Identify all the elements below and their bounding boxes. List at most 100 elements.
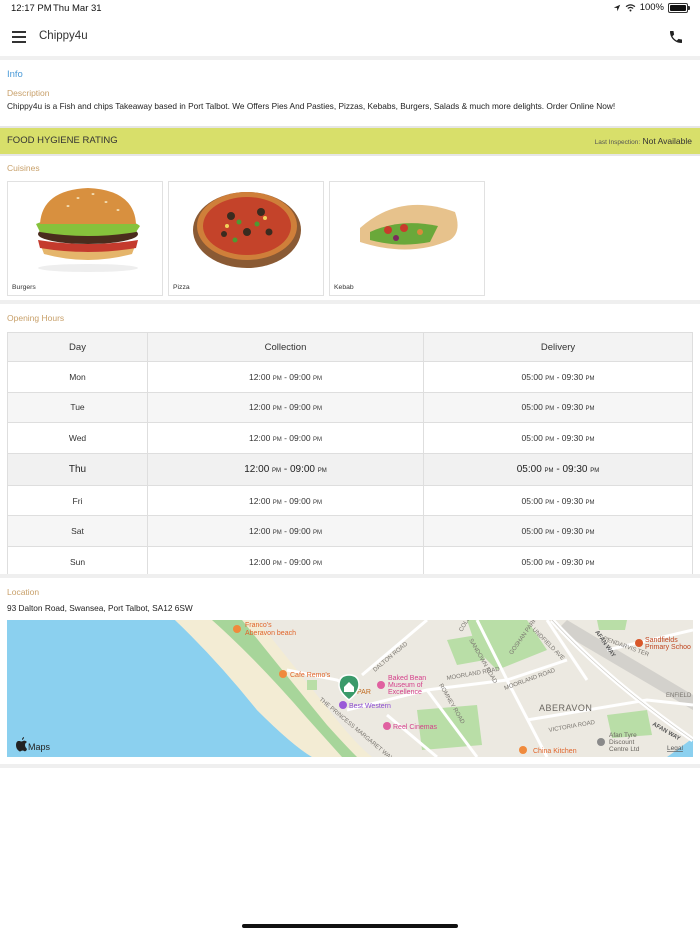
hours-text: -: [284, 432, 287, 443]
section-divider: [0, 300, 700, 304]
map-poi-francos: Franco's: [245, 622, 272, 629]
table-row: Fri 12:00 PM - 09:00 PM 05:00 PM - 09:30 P…: [7, 484, 693, 517]
cuisine-card-pizza[interactable]: Pizza: [168, 181, 324, 296]
burger-image: [36, 188, 140, 272]
hours-text: 09:30: [561, 526, 584, 537]
status-time: 12:17 PM: [11, 3, 52, 14]
header-collection: Collection: [147, 332, 424, 362]
hours-text: PM: [545, 530, 555, 537]
kebab-image: [360, 204, 458, 250]
opening-hours-label: Opening Hours: [7, 313, 65, 323]
table-row: Tue 12:00 PM - 09:00 PM 05:00 PM - 09:30 P…: [7, 391, 693, 424]
hours-text: -: [556, 495, 560, 506]
battery-icon: [668, 2, 690, 13]
cuisine-label: Burgers: [12, 284, 36, 291]
hours-text: -: [556, 402, 560, 413]
hours-text: PM: [585, 436, 595, 443]
hours-text: 05:00: [521, 402, 543, 413]
hours-text: -: [284, 495, 287, 506]
location-arrow-icon: [613, 4, 620, 11]
delivery-cell: 05:00 PM - 09:30 PM: [423, 515, 693, 547]
location-map[interactable]: DALTON ROAD MOORLAND ROAD MOORLAND ROAD …: [7, 620, 693, 757]
hours-text: 12:00: [244, 463, 270, 475]
section-divider: [0, 574, 700, 578]
hours-text: 12:00: [249, 526, 271, 537]
address-text: 93 Dalton Road, Swansea, Port Talbot, SA…: [7, 603, 193, 613]
hamburger-icon[interactable]: [12, 31, 26, 43]
hours-text: -: [284, 526, 287, 537]
hours-text: 09:30: [561, 402, 584, 413]
pizza-image: [193, 192, 301, 268]
description-label: Description: [7, 88, 50, 98]
opening-hours-table: Day Collection Delivery Mon 12:00 PM - 09…: [7, 332, 693, 578]
day-cell: Sun: [7, 545, 148, 578]
food-hygiene-rating-bar: FOOD HYGIENE RATING Last Inspection: Not…: [0, 126, 700, 156]
hours-text: PM: [545, 406, 555, 413]
cuisine-card-burgers[interactable]: Burgers: [7, 181, 163, 296]
day-cell: Thu: [7, 452, 148, 486]
hours-text: -: [284, 402, 287, 413]
hours-text: PM: [545, 560, 555, 567]
delivery-cell: 05:00 PM - 09:30 PM: [423, 391, 693, 424]
hours-text: PM: [272, 560, 282, 567]
hours-text: 09:00: [289, 371, 311, 382]
header-delivery: Delivery: [423, 332, 693, 362]
hours-text: PM: [545, 375, 555, 382]
home-indicator[interactable]: [242, 924, 458, 928]
day-cell: Mon: [7, 361, 148, 393]
hours-text: -: [556, 556, 560, 567]
collection-cell: 12:00 PM - 09:00 PM: [147, 391, 424, 424]
phone-icon[interactable]: [668, 29, 684, 45]
hours-text: PM: [545, 499, 555, 506]
hours-text: 09:00: [289, 402, 311, 413]
top-nav-bar: Chippy4u: [0, 18, 700, 60]
hours-text: PM: [544, 467, 554, 474]
description-text: Chippy4u is a Fish and chips Takeaway ba…: [7, 101, 616, 111]
hours-text: Wed: [68, 432, 87, 443]
hours-text: PM: [272, 530, 282, 537]
hours-text: PM: [312, 499, 322, 506]
hours-text: PM: [312, 436, 322, 443]
hours-text: 09:00: [289, 556, 311, 567]
map-poi-afan-centre: Centre Ltd: [609, 746, 640, 753]
delivery-cell: 05:00 PM - 09:30 PM: [423, 545, 693, 578]
map-canvas[interactable]: DALTON ROAD MOORLAND ROAD MOORLAND ROAD …: [7, 620, 693, 757]
map-poi-excellence: Excellence: [388, 689, 422, 696]
hours-text: PM: [590, 467, 600, 474]
hours-text: 09:30: [562, 463, 588, 475]
hours-text: 05:00: [521, 371, 543, 382]
hours-text: 09:30: [561, 556, 584, 567]
status-bar: 12:17 PM Thu Mar 31 100%: [0, 0, 700, 18]
delivery-cell: 05:00 PM - 09:30 PM: [423, 452, 693, 486]
cuisine-label: Kebab: [334, 284, 354, 291]
hours-text: Fri: [72, 495, 83, 506]
hours-text: 05:00: [521, 495, 543, 506]
hours-text: PM: [272, 499, 282, 506]
hours-text: PM: [545, 436, 555, 443]
collection-cell: 12:00 PM - 09:00 PM: [147, 452, 424, 486]
table-row: Thu 12:00 PM - 09:00 PM 05:00 PM - 09:30 P…: [7, 452, 693, 486]
page-title: Chippy4u: [39, 30, 88, 42]
hours-text: PM: [272, 375, 282, 382]
cuisine-label: Pizza: [173, 284, 190, 291]
hours-text: PM: [272, 436, 282, 443]
hours-text: PM: [272, 406, 282, 413]
collection-cell: 12:00 PM - 09:00 PM: [147, 484, 424, 517]
hours-text: 09:00: [289, 526, 311, 537]
hours-text: 05:00: [516, 463, 542, 475]
last-inspection-label: Last Inspection:: [594, 139, 641, 146]
map-legal-link[interactable]: Legal: [667, 745, 683, 752]
map-poi-china-kitchen: China Kitchen: [533, 748, 577, 755]
hours-text: PM: [312, 406, 322, 413]
hours-text: 05:00: [521, 556, 543, 567]
cuisine-card-kebab[interactable]: Kebab: [329, 181, 485, 296]
hours-text: Thu: [68, 463, 87, 475]
hours-text: Sat: [71, 526, 84, 537]
map-poi-afan-tyre: Afan Tyre: [609, 732, 637, 739]
hours-text: -: [284, 556, 287, 567]
hygiene-title: FOOD HYGIENE RATING: [7, 135, 118, 146]
status-right: 100%: [613, 2, 690, 13]
hours-text: -: [556, 371, 560, 382]
collection-cell: 12:00 PM - 09:00 PM: [147, 515, 424, 547]
hours-text: 09:30: [561, 495, 584, 506]
